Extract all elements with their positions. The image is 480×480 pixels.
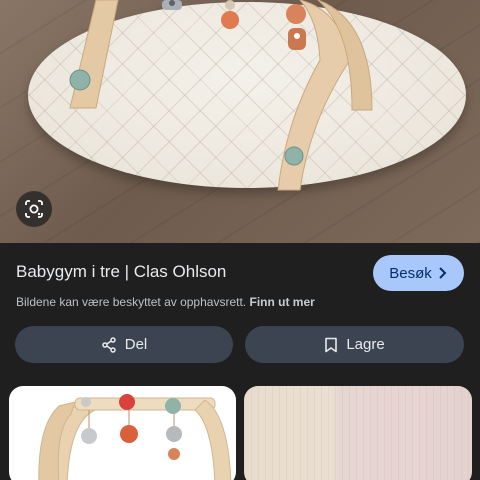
baby-gym-illustration (69, 0, 373, 191)
share-label: Del (124, 336, 148, 353)
copyright-notice: Bildene kan være beskyttet av opphavsret… (16, 295, 315, 309)
google-lens-icon (25, 200, 43, 218)
copyright-text: Bildene kan være beskyttet av opphavsret… (16, 295, 247, 309)
learn-more-link[interactable]: Finn ut mer (249, 295, 314, 309)
main-image[interactable] (0, 0, 480, 243)
google-lens-button[interactable] (16, 191, 52, 227)
related-wood-image (244, 386, 472, 480)
chevron-right-icon (439, 267, 447, 279)
visit-label: Besøk (389, 264, 432, 282)
related-image-card[interactable] (9, 386, 236, 480)
bookmark-icon (325, 337, 338, 352)
related-image-card-2[interactable] (244, 386, 472, 480)
share-icon (101, 336, 116, 353)
related-baby-gym-image (38, 394, 232, 480)
save-button[interactable]: Lagre (245, 326, 464, 363)
share-button[interactable]: Del (15, 326, 233, 363)
result-title[interactable]: Babygym i tre | Clas Ohlson (16, 262, 226, 282)
visit-button[interactable]: Besøk (373, 255, 464, 291)
save-label: Lagre (346, 336, 385, 353)
